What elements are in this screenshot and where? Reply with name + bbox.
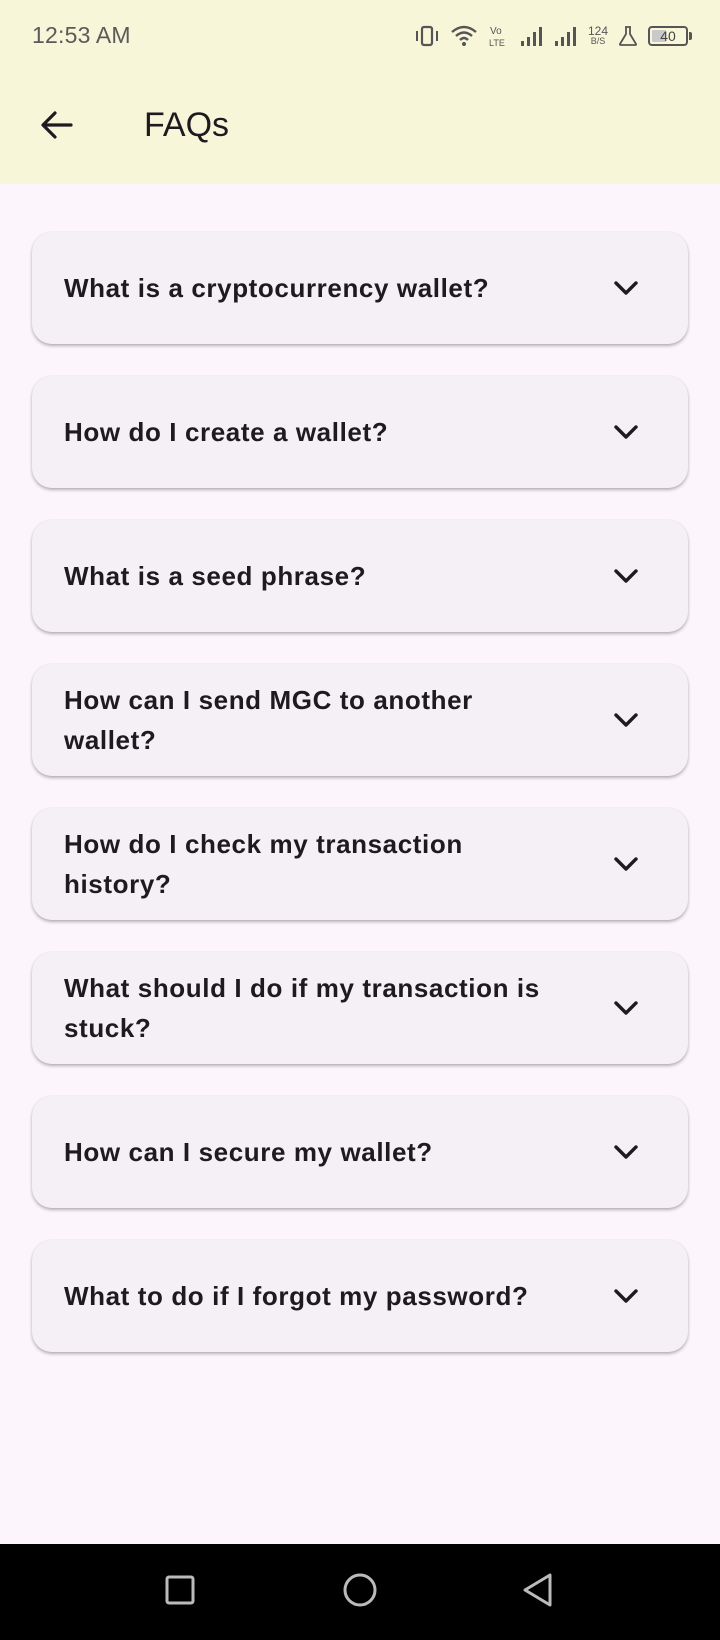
faq-item[interactable]: What to do if I forgot my password? — [32, 1240, 688, 1352]
faq-question: What should I do if my transaction is st… — [64, 973, 540, 1043]
faq-item[interactable]: What should I do if my transaction is st… — [32, 952, 688, 1064]
home-button[interactable] — [334, 1566, 386, 1618]
chevron-down-icon[interactable] — [612, 706, 640, 734]
faq-question: How do I check my transaction history? — [64, 829, 463, 899]
chevron-down-icon[interactable] — [612, 994, 640, 1022]
chevron-down-icon[interactable] — [612, 418, 640, 446]
arrow-left-icon — [39, 107, 75, 148]
home-circle-icon — [342, 1572, 378, 1613]
recents-button[interactable] — [154, 1566, 206, 1618]
app-bar: FAQs — [0, 72, 720, 184]
system-nav-bar — [0, 1544, 720, 1640]
status-time: 12:53 AM — [32, 22, 131, 48]
faq-list: What is a cryptocurrency wallet? How do … — [32, 232, 688, 1352]
flask-icon — [618, 25, 638, 47]
chevron-down-icon[interactable] — [612, 1138, 640, 1166]
faq-question: How can I send MGC to another wallet? — [64, 685, 473, 755]
back-triangle-icon — [521, 1572, 555, 1613]
faq-item[interactable]: How do I check my transaction history? — [32, 808, 688, 920]
page-title: FAQs — [144, 106, 230, 144]
faq-question: What to do if I forgot my password? — [64, 1281, 529, 1311]
faq-item[interactable]: What is a cryptocurrency wallet? — [32, 232, 688, 344]
battery-icon: 40 — [648, 26, 692, 46]
signal-icon — [520, 25, 544, 47]
network-speed-unit: B/S — [590, 36, 606, 46]
status-bar: 12:53 AM Vo LTE 124 B/S 40 — [0, 0, 720, 72]
chevron-down-icon[interactable] — [612, 562, 640, 590]
chevron-down-icon[interactable] — [612, 1282, 640, 1310]
faq-item[interactable]: How can I send MGC to another wallet? — [32, 664, 688, 776]
network-speed-value: 124 — [587, 24, 608, 38]
vibrate-icon — [414, 24, 440, 48]
svg-text:Vo: Vo — [490, 26, 502, 37]
nav-back-button[interactable] — [512, 1566, 564, 1618]
status-icons: Vo LTE 124 B/S 40 — [414, 20, 692, 52]
faq-question: How do I create a wallet? — [64, 417, 389, 447]
back-button[interactable] — [32, 102, 82, 152]
signal-icon — [554, 25, 578, 47]
battery-percent: 40 — [660, 28, 676, 44]
faq-question: How can I secure my wallet? — [64, 1137, 433, 1167]
volte-icon: Vo LTE — [488, 24, 510, 48]
faq-item[interactable]: How can I secure my wallet? — [32, 1096, 688, 1208]
faq-question: What is a seed phrase? — [64, 561, 367, 591]
svg-text:LTE: LTE — [489, 38, 505, 48]
chevron-down-icon[interactable] — [612, 274, 640, 302]
faq-question: What is a cryptocurrency wallet? — [64, 273, 490, 303]
chevron-down-icon[interactable] — [612, 850, 640, 878]
faq-item[interactable]: What is a seed phrase? — [32, 520, 688, 632]
wifi-icon — [450, 24, 478, 48]
network-speed: 124 B/S — [587, 24, 608, 46]
faq-item[interactable]: How do I create a wallet? — [32, 376, 688, 488]
recents-square-icon — [164, 1574, 196, 1611]
